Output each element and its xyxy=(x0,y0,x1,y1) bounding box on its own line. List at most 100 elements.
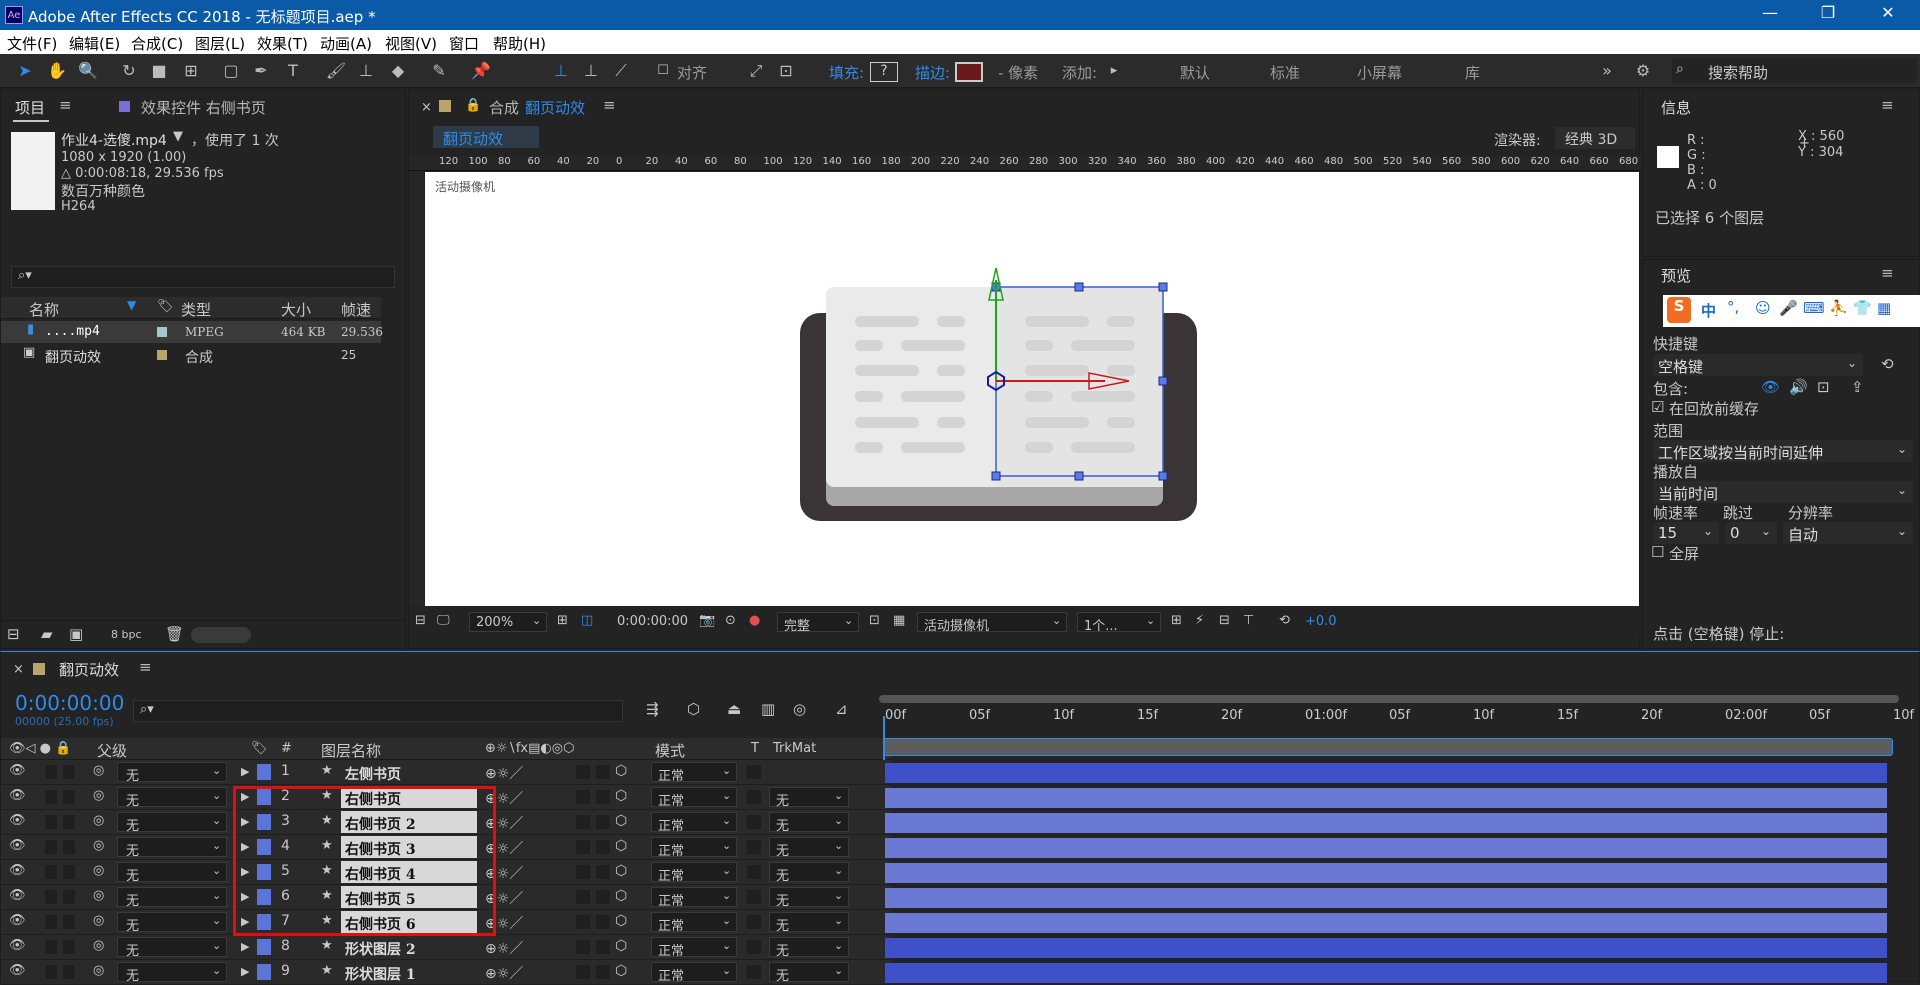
layer-duration-bar[interactable] xyxy=(885,963,1887,983)
fill-swatch[interactable]: ? xyxy=(870,62,898,82)
solo-toggle[interactable] xyxy=(45,965,57,979)
channel-icon[interactable]: ● xyxy=(749,613,760,628)
lock-icon[interactable]: 🔒 xyxy=(465,98,481,113)
work-area-range[interactable] xyxy=(883,738,1893,756)
preserve-transparency-toggle[interactable] xyxy=(747,840,761,854)
pen-tool-icon[interactable]: ✒ xyxy=(250,60,272,82)
fullscreen-checkbox[interactable]: ☐ xyxy=(1651,543,1664,561)
lock-toggle[interactable] xyxy=(63,890,75,904)
timeline-layer-row[interactable]: 👁 ◎ 无 ⌄ ▶ 1 ★ 左侧书页 ⊕☼／ ⬡ 正常 ⌄ xyxy=(1,760,891,785)
timeline-current-time[interactable]: 0:00:00:00 xyxy=(15,691,124,715)
solo-toggle[interactable] xyxy=(45,890,57,904)
pan-behind-tool-icon[interactable]: ⊞ xyxy=(180,60,202,82)
lock-toggle[interactable] xyxy=(63,765,75,779)
col-parent[interactable]: 父级 xyxy=(97,740,127,761)
workspace-small-screen[interactable]: 小屏幕 xyxy=(1357,62,1402,83)
timeline-menu-icon[interactable]: ≡ xyxy=(139,658,152,676)
parent-dropdown[interactable]: 无 ⌄ xyxy=(117,837,227,859)
new-comp-icon[interactable]: ▣ xyxy=(69,625,83,643)
roto-brush-tool-icon[interactable]: ✎ xyxy=(428,60,450,82)
layer-duration-bar[interactable] xyxy=(885,788,1887,808)
comp-tab-name[interactable]: 翻页动效 xyxy=(525,97,585,118)
preserve-transparency-toggle[interactable] xyxy=(747,790,761,804)
include-overlays-icon[interactable]: ⊡ xyxy=(1817,378,1830,396)
fx-switch[interactable] xyxy=(576,815,590,829)
tab-project[interactable]: 项目 xyxy=(15,97,45,118)
lock-toggle[interactable] xyxy=(63,815,75,829)
blend-mode-dropdown[interactable]: 正常 ⌄ xyxy=(651,787,737,809)
3d-layer-icon[interactable]: ⬡ xyxy=(615,763,627,779)
col-mode[interactable]: 模式 xyxy=(655,740,685,761)
preserve-transparency-toggle[interactable] xyxy=(747,815,761,829)
rectangle-tool-icon[interactable]: ▢ xyxy=(220,60,242,82)
eraser-tool-icon[interactable]: ◆ xyxy=(387,60,409,82)
skip-dropdown[interactable]: 0 ⌄ xyxy=(1725,522,1777,544)
lock-toggle[interactable] xyxy=(63,840,75,854)
preview-menu-icon[interactable]: ≡ xyxy=(1881,264,1894,282)
visibility-eye-icon[interactable]: 👁 xyxy=(9,888,26,903)
sogou-logo-icon[interactable]: S xyxy=(1667,297,1691,323)
visibility-eye-icon[interactable]: 👁 xyxy=(9,913,26,928)
monitor-icon[interactable]: 🖵 xyxy=(437,613,450,628)
3d-layer-icon[interactable]: ⬡ xyxy=(615,913,627,929)
timeline-search-input[interactable]: ⌕▾ xyxy=(133,700,623,722)
lock-toggle[interactable] xyxy=(63,865,75,879)
fx-switch[interactable] xyxy=(576,890,590,904)
current-time-display[interactable]: 0:00:00:00 xyxy=(617,614,688,629)
layer-name-box[interactable]: 左侧书页 xyxy=(341,761,477,783)
fx-switch[interactable] xyxy=(576,915,590,929)
trkmat-dropdown[interactable]: 无 ⌄ xyxy=(769,787,849,809)
motion-blur-icon[interactable]: ◎ xyxy=(793,700,806,718)
pick-whip-icon[interactable]: ◎ xyxy=(93,838,104,853)
visibility-eye-icon[interactable]: 👁 xyxy=(9,938,26,953)
3d-layer-icon[interactable]: ⬡ xyxy=(615,888,627,904)
layer-name-box[interactable]: 形状图层 2 xyxy=(341,936,477,958)
menu-view[interactable]: 视图(V) xyxy=(385,33,437,54)
sync-icon[interactable]: ⚙ xyxy=(1632,60,1654,82)
clone-stamp-tool-icon[interactable]: ⊥ xyxy=(355,60,377,82)
bpc-label[interactable]: 8 bpc xyxy=(111,628,142,641)
camera-tool-icon[interactable]: ■ xyxy=(148,60,170,82)
menu-help[interactable]: 帮助(H) xyxy=(493,33,546,54)
3d-layer-icon[interactable]: ⬡ xyxy=(615,938,627,954)
layer-duration-bar[interactable] xyxy=(885,863,1887,883)
visibility-eye-icon[interactable]: 👁 xyxy=(9,813,26,828)
pick-whip-icon[interactable]: ◎ xyxy=(93,913,104,928)
resolution-dropdown[interactable]: 完整 ⌄ xyxy=(777,612,859,634)
workspace-default[interactable]: 默认 xyxy=(1180,62,1210,83)
preserve-transparency-toggle[interactable] xyxy=(747,940,761,954)
snap-icon[interactable]: ⤢ xyxy=(745,60,767,82)
col-name[interactable]: 名称 xyxy=(29,299,59,320)
close-comp-tab-icon[interactable]: × xyxy=(421,100,432,115)
pick-whip-icon[interactable]: ◎ xyxy=(93,888,104,903)
parent-dropdown[interactable]: 无 ⌄ xyxy=(117,762,227,784)
motion-blur-switch[interactable] xyxy=(596,840,610,854)
fx-switch[interactable] xyxy=(576,765,590,779)
new-folder-icon[interactable]: ▰ xyxy=(41,625,53,643)
brush-tool-icon[interactable]: 🖌 xyxy=(325,60,347,82)
trkmat-dropdown[interactable]: 无 ⌄ xyxy=(769,837,849,859)
sort-arrow-icon[interactable]: ▼ xyxy=(127,298,136,312)
type-tool-icon[interactable]: T xyxy=(282,60,304,82)
solo-toggle[interactable] xyxy=(45,940,57,954)
external-video-icon[interactable]: ⇪ xyxy=(1851,378,1864,396)
ime-punctuation[interactable]: °, xyxy=(1727,298,1739,316)
parent-dropdown[interactable]: 无 ⌄ xyxy=(117,937,227,959)
maximize-button[interactable]: ❐ xyxy=(1808,3,1848,22)
always-preview-icon[interactable]: ⊟ xyxy=(415,613,426,628)
motion-blur-switch[interactable] xyxy=(596,965,610,979)
layer-label-color[interactable] xyxy=(257,764,271,780)
timeline-comp-name[interactable]: 翻页动效 xyxy=(59,659,119,680)
preserve-transparency-toggle[interactable] xyxy=(747,965,761,979)
hide-shy-icon[interactable]: ⏏ xyxy=(727,700,741,718)
more-workspaces-icon[interactable]: » xyxy=(1596,60,1618,82)
label-column-icon[interactable]: 🏷 xyxy=(157,299,174,314)
motion-blur-switch[interactable] xyxy=(596,865,610,879)
3d-layer-icon[interactable]: ⬡ xyxy=(615,963,627,979)
add-icon[interactable]: ▸ xyxy=(1103,60,1125,82)
lock-toggle[interactable] xyxy=(63,790,75,804)
motion-blur-switch[interactable] xyxy=(596,890,610,904)
timeline-icon[interactable]: ⊟ xyxy=(1219,613,1230,628)
shortcut-dropdown[interactable]: 空格键 ⌄ xyxy=(1653,354,1863,376)
minimize-button[interactable]: — xyxy=(1750,3,1790,22)
